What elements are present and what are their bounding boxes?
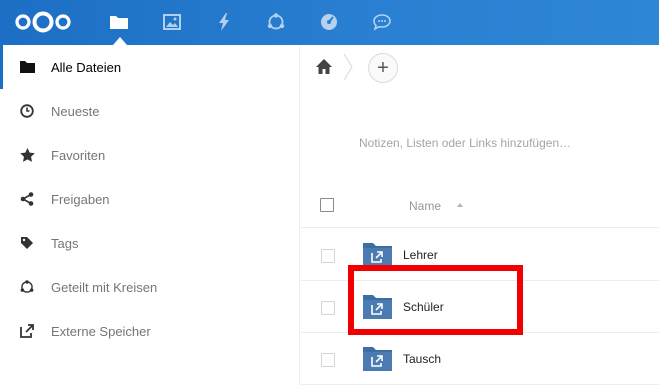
sidebar-item-label: Tags [51, 235, 79, 251]
talk-app-icon[interactable] [370, 10, 394, 34]
breadcrumb: + [301, 45, 659, 89]
external-link-icon [18, 322, 36, 340]
add-button[interactable]: + [368, 53, 398, 83]
sidebar-item-circles[interactable]: Geteilt mit Kreisen [0, 265, 300, 309]
sort-ascending-icon [457, 203, 463, 207]
external-folder-icon [363, 243, 392, 267]
dashboard-app-icon[interactable] [317, 10, 341, 34]
breadcrumb-separator-icon [343, 53, 353, 81]
sidebar-item-favorites[interactable]: Favoriten [0, 133, 300, 177]
column-header-name[interactable]: Name [409, 199, 441, 213]
circles-app-icon[interactable] [264, 10, 288, 34]
active-app-indicator [113, 37, 127, 45]
tag-icon [18, 234, 36, 252]
sidebar-item-external-storage[interactable]: Externe Speicher [0, 309, 300, 353]
file-select-checkbox[interactable] [321, 249, 335, 263]
app-navigation: Alle Dateien Neueste Favoriten Freigaben… [0, 45, 300, 385]
active-item-bar [0, 45, 3, 89]
sidebar-item-shares[interactable]: Freigaben [0, 177, 300, 221]
clock-icon [18, 102, 36, 120]
star-icon [18, 146, 36, 164]
sidebar-item-label: Favoriten [51, 147, 106, 163]
file-list-header: Name [301, 185, 659, 228]
sidebar-item-recent[interactable]: Neueste [0, 89, 300, 133]
sidebar-item-tags[interactable]: Tags [0, 221, 300, 265]
external-folder-icon [363, 347, 392, 371]
file-name[interactable]: Tausch [403, 352, 441, 366]
home-icon[interactable] [315, 58, 333, 76]
folder-icon [18, 58, 36, 76]
photos-app-icon[interactable] [160, 10, 184, 34]
sidebar-item-label: Externe Speicher [51, 323, 151, 339]
file-select-checkbox[interactable] [321, 353, 335, 367]
sidebar-item-label: Alle Dateien [51, 59, 122, 75]
highlight-annotation-box [348, 265, 523, 335]
sidebar-item-label: Freigaben [51, 191, 110, 207]
sidebar-item-label: Neueste [51, 103, 100, 119]
sidebar-item-label: Geteilt mit Kreisen [51, 279, 158, 295]
circles-icon [18, 278, 36, 296]
sidebar-item-all-files[interactable]: Alle Dateien [0, 45, 300, 89]
top-header [0, 0, 659, 45]
file-row[interactable]: Tausch [301, 333, 659, 385]
files-app-icon[interactable] [107, 10, 131, 34]
select-all-checkbox[interactable] [320, 198, 334, 212]
share-icon [18, 190, 36, 208]
file-select-checkbox[interactable] [321, 301, 335, 315]
rich-workspace-placeholder[interactable]: Notizen, Listen oder Links hinzufügen… [359, 136, 571, 150]
nextcloud-logo[interactable] [14, 11, 72, 33]
activity-app-icon[interactable] [212, 10, 236, 34]
file-name[interactable]: Lehrer [403, 248, 438, 262]
